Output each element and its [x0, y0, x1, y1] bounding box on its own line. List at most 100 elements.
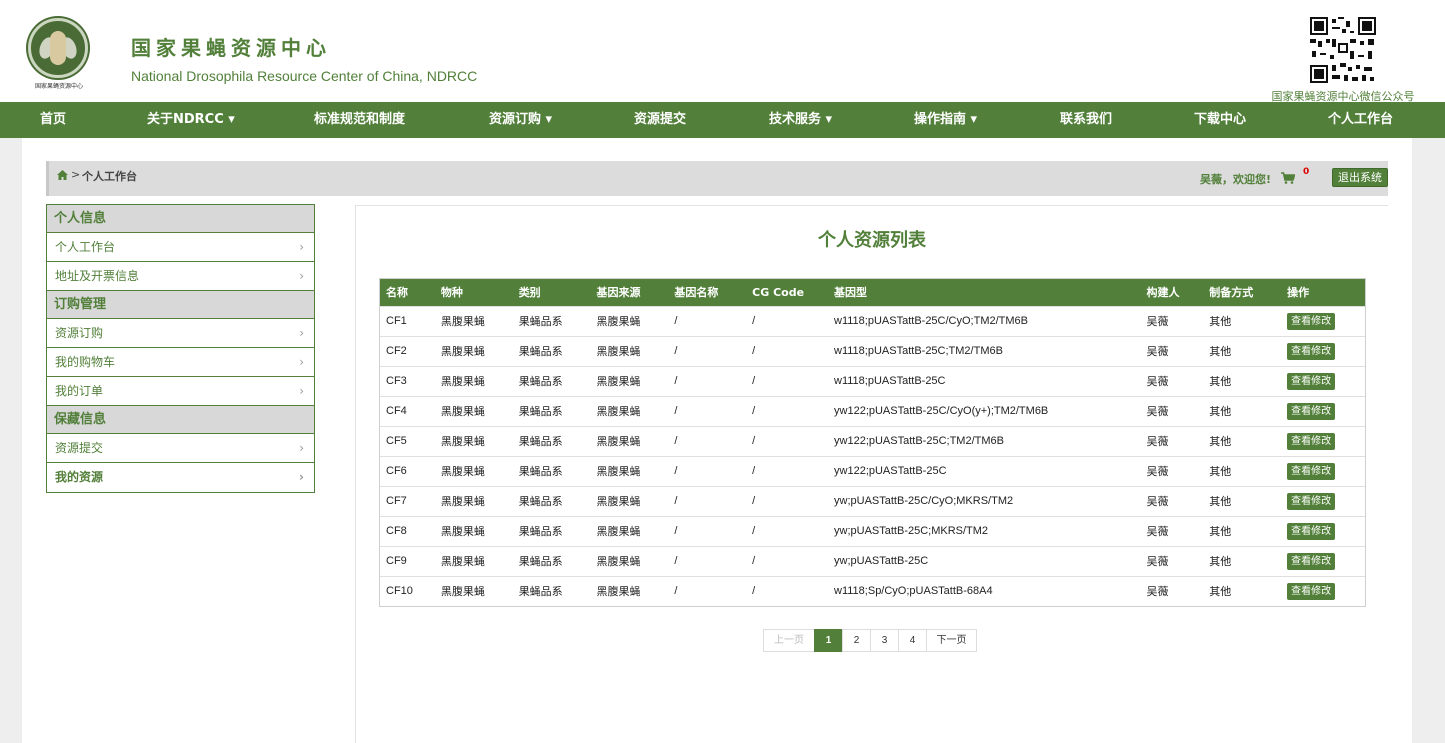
nav-workspace[interactable]: 个人工作台 [1328, 102, 1393, 138]
chevron-right-icon: › [299, 326, 304, 340]
cart-icon[interactable] [1281, 172, 1295, 184]
sidebar-item-label: 我的订单 [55, 384, 104, 398]
nav-resource-submit[interactable]: 资源提交 [634, 102, 686, 138]
table-cell: 黑腹果蝇 [434, 545, 513, 576]
content-divider [355, 205, 356, 743]
nav-standards[interactable]: 标准规范和制度 [314, 102, 405, 138]
prev-page-button[interactable]: 上一页 [763, 629, 815, 652]
table-cell: CF2 [380, 335, 435, 366]
table-cell: yw122;pUASTattB-25C [828, 455, 1141, 486]
view-edit-button[interactable]: 查看修改 [1287, 552, 1336, 570]
table-cell: 黑腹果蝇 [434, 485, 513, 516]
view-edit-button[interactable]: 查看修改 [1287, 312, 1336, 330]
nav-guide[interactable]: 操作指南 ▾ [914, 102, 977, 138]
table-row: CF10 黑腹果蝇 果蝇品系 黑腹果蝇 / / w1118;Sp/CyO;pUASTattB… [380, 575, 1365, 606]
home-icon[interactable] [57, 170, 68, 180]
view-edit-button[interactable]: 查看修改 [1287, 582, 1336, 600]
view-edit-button[interactable]: 查看修改 [1287, 462, 1336, 480]
sidebar-item-cart[interactable]: 我的购物车 › [47, 348, 314, 377]
view-edit-button[interactable]: 查看修改 [1287, 432, 1336, 450]
table-cell: / [746, 335, 829, 366]
table-cell-actions: 查看修改 [1281, 455, 1365, 486]
page-title: 个人资源列表 [818, 230, 926, 251]
view-edit-button[interactable]: 查看修改 [1287, 342, 1336, 360]
sidebar-item-address-invoice[interactable]: 地址及开票信息 › [47, 262, 314, 291]
sidebar-item-workspace[interactable]: 个人工作台 › [47, 233, 314, 262]
column-header: 制备方式 [1209, 286, 1254, 300]
table-cell: 黑腹果蝇 [590, 455, 669, 486]
column-header: 构建人 [1146, 286, 1180, 300]
table-cell: 黑腹果蝇 [434, 575, 513, 606]
next-page-button[interactable]: 下一页 [926, 629, 977, 652]
sidebar-item-label: 我的购物车 [55, 355, 116, 369]
table-cell: CF10 [380, 575, 435, 606]
table-row: CF5 黑腹果蝇 果蝇品系 黑腹果蝇 / / yw122;pUASTattB-25C;TM2… [380, 425, 1365, 456]
table-cell: 其他 [1203, 485, 1282, 516]
view-edit-button[interactable]: 查看修改 [1287, 522, 1336, 540]
table-row: CF8 黑腹果蝇 果蝇品系 黑腹果蝇 / / yw;pUASTattB-25C;MKRS/T… [380, 515, 1365, 546]
nav-downloads[interactable]: 下载中心 [1194, 102, 1246, 138]
column-header: 名称 [386, 286, 408, 300]
nav-tech-services[interactable]: 技术服务 ▾ [769, 102, 832, 138]
sidebar-item-resource-order[interactable]: 资源订购 › [47, 319, 314, 348]
table-cell: 果蝇品系 [512, 515, 591, 546]
table-cell: 吴薇 [1140, 425, 1204, 456]
sidebar-item-resource-submit[interactable]: 资源提交 › [47, 434, 314, 463]
ndrcc-logo[interactable] [28, 18, 88, 78]
site-title-cn: 国家果蝇资源中心 [131, 36, 331, 60]
chevron-right-icon: › [299, 384, 304, 398]
resource-table: 名称 物种 类别 基因来源 基因名称 CG Code 基因型 构建人 制备方式 … [379, 278, 1366, 607]
table-cell: 其他 [1203, 425, 1282, 456]
welcome-text: 吴薇，欢迎您! [1200, 173, 1272, 186]
table-cell: yw122;pUASTattB-25C;TM2/TM6B [828, 425, 1141, 456]
logout-button[interactable]: 退出系统 [1332, 168, 1388, 187]
table-cell: 果蝇品系 [512, 545, 591, 576]
column-header: CG Code [752, 285, 805, 299]
view-edit-button[interactable]: 查看修改 [1287, 492, 1336, 510]
page-button-3[interactable]: 3 [870, 629, 899, 652]
page-button-2[interactable]: 2 [842, 629, 871, 652]
table-cell: yw;pUASTattB-25C [828, 545, 1141, 576]
column-header: 基因名称 [674, 286, 719, 300]
sidebar-item-my-resources[interactable]: 我的资源 › [47, 463, 314, 492]
column-header: 基因型 [834, 286, 868, 300]
table-row: CF2 黑腹果蝇 果蝇品系 黑腹果蝇 / / w1118;pUASTattB-25C;TM2… [380, 335, 1365, 366]
page-button-4[interactable]: 4 [898, 629, 927, 652]
table-cell-actions: 查看修改 [1281, 425, 1365, 456]
nav-home[interactable]: 首页 [40, 102, 66, 138]
table-cell: / [746, 485, 829, 516]
chevron-right-icon: › [299, 441, 304, 455]
table-row: CF6 黑腹果蝇 果蝇品系 黑腹果蝇 / / yw122;pUASTattB-25C 吴薇 其他… [380, 455, 1365, 486]
table-cell: CF9 [380, 545, 435, 576]
table-cell: 吴薇 [1140, 485, 1204, 516]
column-header: 操作 [1287, 286, 1310, 300]
table-cell: 其他 [1203, 455, 1282, 486]
table-cell: 黑腹果蝇 [590, 395, 669, 426]
view-edit-button[interactable]: 查看修改 [1287, 372, 1336, 390]
chevron-right-icon: › [299, 470, 304, 484]
table-cell: 黑腹果蝇 [590, 365, 669, 396]
breadcrumb-current: 个人工作台 [82, 170, 137, 183]
table-cell: / [668, 515, 747, 546]
table-cell-actions: 查看修改 [1281, 575, 1365, 606]
page-button-1[interactable]: 1 [814, 629, 843, 652]
nav-resource-order[interactable]: 资源订购 ▾ [489, 102, 552, 138]
table-cell: / [668, 455, 747, 486]
table-cell: 黑腹果蝇 [434, 395, 513, 426]
nav-contact[interactable]: 联系我们 [1060, 102, 1112, 138]
column-header: 类别 [518, 286, 541, 300]
chevron-right-icon: › [299, 355, 304, 369]
table-row: CF4 黑腹果蝇 果蝇品系 黑腹果蝇 / / yw122;pUASTattB-25C/CyO… [380, 395, 1365, 426]
view-edit-button[interactable]: 查看修改 [1287, 402, 1336, 420]
table-cell: / [746, 425, 829, 456]
table-cell: 吴薇 [1140, 575, 1204, 606]
table-cell: CF3 [380, 365, 435, 396]
table-cell: 果蝇品系 [512, 575, 591, 606]
pagination: 上一页 1 2 3 4 下一页 [763, 629, 977, 652]
table-cell: 吴薇 [1140, 515, 1204, 546]
chevron-right-icon: › [299, 269, 304, 283]
content-divider-top [355, 205, 1388, 206]
nav-about[interactable]: 关于NDRCC ▾ [147, 102, 235, 138]
sidebar-item-my-orders[interactable]: 我的订单 › [47, 377, 314, 406]
table-cell: 黑腹果蝇 [590, 515, 669, 546]
